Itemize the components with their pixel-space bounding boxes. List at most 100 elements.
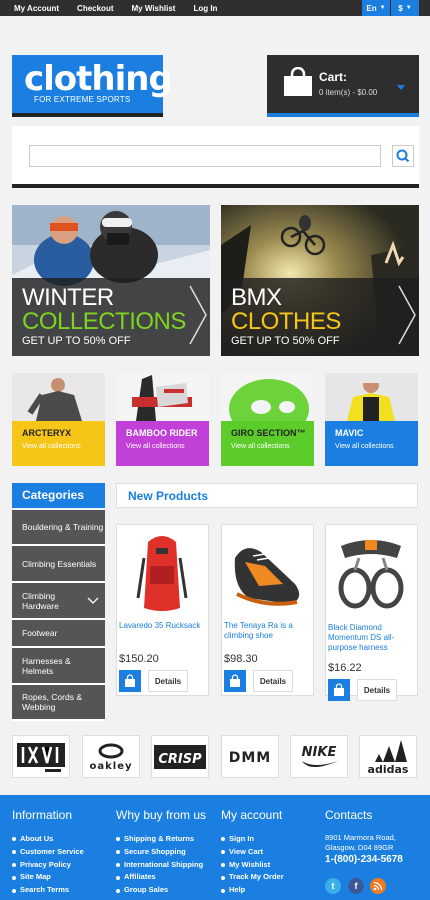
add-to-cart-button[interactable] (224, 670, 246, 692)
footer-link[interactable]: About Us (12, 833, 84, 846)
details-button[interactable]: Details (253, 670, 293, 692)
chevron-down-icon[interactable] (87, 597, 99, 605)
search-input[interactable] (29, 145, 381, 167)
footer-link[interactable]: Customer Service (12, 846, 84, 859)
currency-selector[interactable]: $ ▼ (391, 0, 419, 16)
svg-text:CRISP: CRISP (158, 752, 202, 767)
view-all-link[interactable]: View all collections (126, 443, 185, 450)
my-account-link[interactable]: My Account (14, 4, 59, 13)
banner-winter-collections[interactable]: WINTER COLLECTIONS GET UP TO 50% OFF (12, 205, 210, 356)
category-label: Bouldering & Training (22, 522, 104, 532)
details-button[interactable]: Details (148, 670, 188, 692)
product-card: Lavaredo 35 Rucksack $150.20 Details (116, 524, 209, 696)
tile-giro-section[interactable]: GIRO SECTION™ View all collections (221, 373, 314, 466)
view-all-link[interactable]: View all collections (231, 443, 290, 450)
product-shoe-image[interactable] (225, 528, 310, 616)
product-price: $98.30 (224, 653, 258, 665)
footer-link-label: Privacy Policy (20, 859, 71, 869)
footer-link[interactable]: Site Map (12, 871, 84, 884)
category-footwear[interactable]: Footwear (12, 620, 105, 648)
details-button[interactable]: Details (357, 679, 397, 701)
shopping-bag-icon (125, 674, 135, 687)
category-harnesses-helmets[interactable]: Harnesses & Helmets (12, 648, 105, 685)
footer-link-label: Customer Service (20, 846, 84, 856)
add-to-cart-button[interactable] (328, 679, 350, 701)
category-bouldering-training[interactable]: Bouldering & Training (12, 510, 105, 546)
category-label: Climbing Hardware (22, 590, 59, 611)
chevron-down-icon[interactable] (397, 85, 405, 90)
bullet-icon (116, 850, 120, 855)
tile-name: ARCTERYX (22, 428, 72, 438)
category-ropes-cords-webbing[interactable]: Ropes, Cords & Webbing (12, 685, 105, 721)
bullet-icon (116, 888, 120, 893)
tile-bamboo-rider[interactable]: BAMBOO RIDER View all collections (116, 373, 209, 466)
brand-crisp-logo[interactable]: CRISP (151, 735, 209, 778)
view-all-link[interactable]: View all collections (335, 443, 394, 450)
site-logo[interactable]: clothing FOR EXTREME SPORTS (12, 55, 173, 117)
footer-link[interactable]: Help (221, 884, 284, 897)
bullet-icon (221, 862, 225, 867)
footer: Information About Us Customer Service Pr… (0, 795, 430, 900)
brand-nike-logo[interactable]: NIKE (290, 735, 348, 778)
tile-caption: ARCTERYX View all collections (12, 421, 105, 466)
product-card: Black Diamond Momentum DS all-purpose ha… (325, 524, 418, 701)
tile-arcteryx[interactable]: ARCTERYX View all collections (12, 373, 105, 466)
brand-dmm-logo[interactable]: DMM (221, 735, 279, 778)
bullet-icon (221, 875, 225, 880)
language-selector[interactable]: En ▼ (362, 0, 390, 16)
footer-link-label: View Cart (229, 846, 264, 856)
tile-caption: GIRO SECTION™ View all collections (221, 421, 314, 466)
footer-link-label: Search Terms (20, 885, 70, 895)
banner-line3: GET UP TO 50% OFF (22, 335, 131, 347)
product-name-link[interactable]: The Tenaya Ra is a climbing shoe (224, 621, 312, 641)
product-name-link[interactable]: Black Diamond Momentum DS all-purpose ha… (328, 623, 416, 653)
chevron-right-icon (189, 285, 207, 345)
footer-link[interactable]: Sign In (221, 833, 284, 846)
add-to-cart-button[interactable] (119, 670, 141, 692)
search-icon (396, 149, 410, 163)
log-in-link[interactable]: Log In (193, 4, 217, 13)
product-name-link[interactable]: Lavaredo 35 Rucksack (119, 621, 207, 631)
footer-link[interactable]: My Wishlist (221, 859, 284, 872)
brand-lxvi-icon (17, 742, 65, 772)
brand-lxvi-logo[interactable] (12, 735, 70, 778)
footer-link[interactable]: Search Terms (12, 884, 84, 897)
tile-name: BAMBOO RIDER (126, 428, 198, 438)
footer-link[interactable]: View Cart (221, 846, 284, 859)
cart-widget[interactable]: Cart: 0 item(s) - $0.00 (267, 55, 419, 117)
product-rucksack-image[interactable] (120, 528, 205, 616)
category-climbing-essentials[interactable]: Climbing Essentials (12, 546, 105, 583)
footer-link[interactable]: Track My Order (221, 871, 284, 884)
search-button[interactable] (392, 145, 414, 167)
categories-title: Categories (12, 483, 105, 508)
footer-link[interactable]: Affiliates (116, 871, 206, 884)
brand-adidas-logo[interactable]: adidas (359, 735, 417, 778)
checkout-link[interactable]: Checkout (77, 4, 113, 13)
footer-link[interactable]: Privacy Policy (12, 859, 84, 872)
footer-link[interactable]: Secure Shopping (116, 846, 206, 859)
tile-caption: BAMBOO RIDER View all collections (116, 421, 209, 466)
category-climbing-hardware[interactable]: Climbing Hardware (12, 583, 105, 620)
footer-link[interactable]: International Shipping (116, 859, 206, 872)
footer-link-label: International Shipping (124, 859, 204, 869)
facebook-icon[interactable]: f (348, 878, 364, 894)
banner-bmx-clothes[interactable]: BMX CLOTHES GET UP TO 50% OFF (221, 205, 419, 356)
bullet-icon (12, 862, 16, 867)
tile-mavic[interactable]: MAVIC View all collections (325, 373, 418, 466)
rss-icon[interactable] (370, 878, 386, 894)
my-wishlist-link[interactable]: My Wishlist (132, 4, 176, 13)
product-harness-image[interactable] (329, 528, 414, 616)
chevron-down-icon: ▼ (379, 5, 386, 11)
footer-link[interactable]: Group Sales (116, 884, 206, 897)
top-bar: My Account Checkout My Wishlist Log In E… (0, 0, 430, 16)
contact-address-line1: 8901 Marmora Road, (325, 833, 396, 842)
footer-link[interactable]: Shipping & Returns (116, 833, 206, 846)
brand-dmm-icon: DMM (229, 750, 270, 766)
view-all-link[interactable]: View all collections (22, 443, 81, 450)
tile-arcteryx-image (12, 373, 105, 421)
footer-link-label: About Us (20, 834, 54, 843)
search-area (12, 126, 419, 188)
footer-link-label: Site Map (20, 872, 51, 882)
twitter-icon[interactable]: t (325, 878, 341, 894)
brand-oakley-logo[interactable]: oakley (82, 735, 140, 778)
